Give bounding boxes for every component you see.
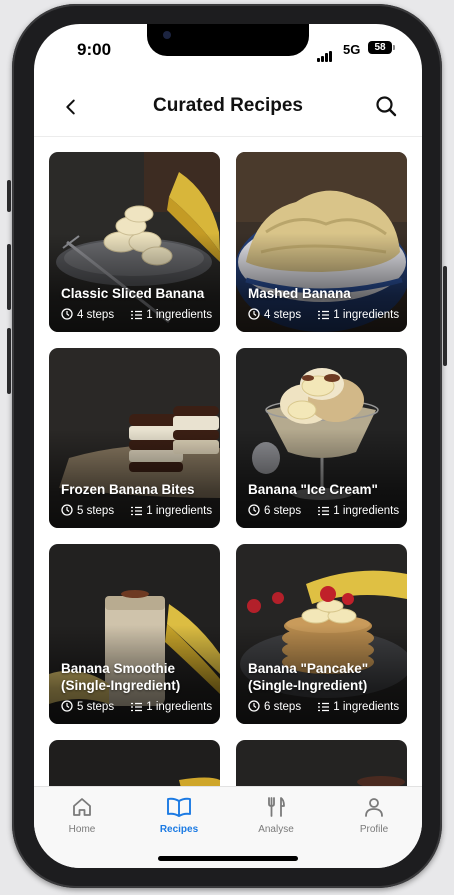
clock-icon [61, 308, 73, 320]
list-icon [131, 310, 143, 320]
recipe-title: Frozen Banana Bites [61, 482, 195, 497]
clock-icon [248, 700, 260, 712]
network-label: 5G [343, 42, 361, 57]
recipe-steps: 4 steps [264, 309, 302, 321]
signal-icon [317, 44, 333, 62]
recipe-meta: 6 steps 1 ingredients [248, 504, 399, 517]
recipe-card[interactable]: Banana Smoothie (Single-Ingredient) 5 st… [49, 544, 220, 724]
clock-icon [248, 504, 260, 516]
recipe-ingredients: 1 ingredients [333, 309, 400, 321]
tab-label: Home [68, 824, 96, 835]
home-icon [73, 798, 91, 816]
status-time: 9:00 [77, 40, 112, 59]
search-icon[interactable] [374, 94, 398, 118]
recipe-title: Mashed Banana [248, 286, 351, 301]
recipe-meta: 6 steps 1 ingredients [248, 700, 399, 713]
tab-label: Analyse [258, 824, 294, 835]
clock-icon [61, 504, 73, 516]
page-title: Curated Recipes [153, 95, 303, 116]
recipe-meta: 5 steps 1 ingredients [61, 700, 212, 713]
list-icon [318, 506, 330, 516]
fork-knife-icon [268, 797, 285, 817]
book-icon [167, 797, 191, 817]
recipe-steps: 5 steps [77, 505, 115, 517]
screen: 9:00 5G 58 Curated Recipes Classic Slice… [34, 24, 422, 868]
recipe-meta: 4 steps 1 ingredients [61, 308, 212, 321]
recipe-title: Classic Sliced Banana [61, 286, 205, 301]
recipe-meta: 5 steps 1 ingredients [61, 504, 212, 517]
tab-analyse[interactable]: Analyse [241, 795, 311, 835]
recipe-ingredients: 1 ingredients [333, 505, 400, 517]
mute-switch [7, 180, 11, 212]
recipe-ingredients: 1 ingredients [146, 309, 213, 321]
recipe-card[interactable] [49, 740, 220, 786]
volume-up-button [7, 244, 11, 310]
recipe-photo [49, 740, 220, 786]
recipe-steps: 6 steps [264, 701, 302, 713]
list-icon [131, 506, 143, 516]
tab-label: Recipes [159, 824, 199, 835]
notch [147, 24, 309, 56]
volume-down-button [7, 328, 11, 394]
home-indicator [158, 856, 298, 861]
recipe-card[interactable]: Classic Sliced Banana 4 steps 1 ingredie… [49, 152, 220, 332]
clock-icon [248, 308, 260, 320]
tab-recipes[interactable]: Recipes [144, 795, 214, 835]
nav-header: Curated Recipes [34, 80, 422, 137]
tab-profile[interactable]: Profile [339, 795, 409, 835]
recipe-steps: 5 steps [77, 701, 115, 713]
clock-icon [61, 700, 73, 712]
recipe-ingredients: 1 ingredients [146, 505, 213, 517]
user-icon [365, 798, 383, 817]
recipe-card[interactable]: Frozen Banana Bites 5 steps 1 ingredient… [49, 348, 220, 528]
tab-home[interactable]: Home [47, 795, 117, 835]
recipe-title: Banana Smoothie (Single-Ingredient) [61, 661, 181, 693]
recipe-steps: 6 steps [264, 505, 302, 517]
power-button [443, 266, 447, 366]
list-icon [318, 310, 330, 320]
recipe-title: Banana "Pancake" (Single-Ingredient) [248, 661, 369, 693]
recipe-photo [236, 740, 407, 786]
tab-label: Profile [359, 824, 389, 835]
recipe-title: Banana "Ice Cream" [248, 482, 378, 497]
recipe-card[interactable]: Mashed Banana 4 steps 1 ingredients [236, 152, 407, 332]
recipe-card[interactable]: Banana "Ice Cream" 6 steps 1 ingredients [236, 348, 407, 528]
recipe-steps: 4 steps [77, 309, 115, 321]
recipe-card[interactable] [236, 740, 407, 786]
recipe-ingredients: 1 ingredients [146, 701, 213, 713]
list-icon [318, 702, 330, 712]
battery-icon: 58 [368, 41, 395, 54]
recipe-meta: 4 steps 1 ingredients [248, 308, 399, 321]
camera-icon [163, 31, 171, 39]
list-icon [131, 702, 143, 712]
recipe-grid: Classic Sliced Banana 4 steps 1 ingredie… [49, 152, 409, 786]
recipe-ingredients: 1 ingredients [333, 701, 400, 713]
recipe-card[interactable]: Banana "Pancake" (Single-Ingredient) 6 s… [236, 544, 407, 724]
